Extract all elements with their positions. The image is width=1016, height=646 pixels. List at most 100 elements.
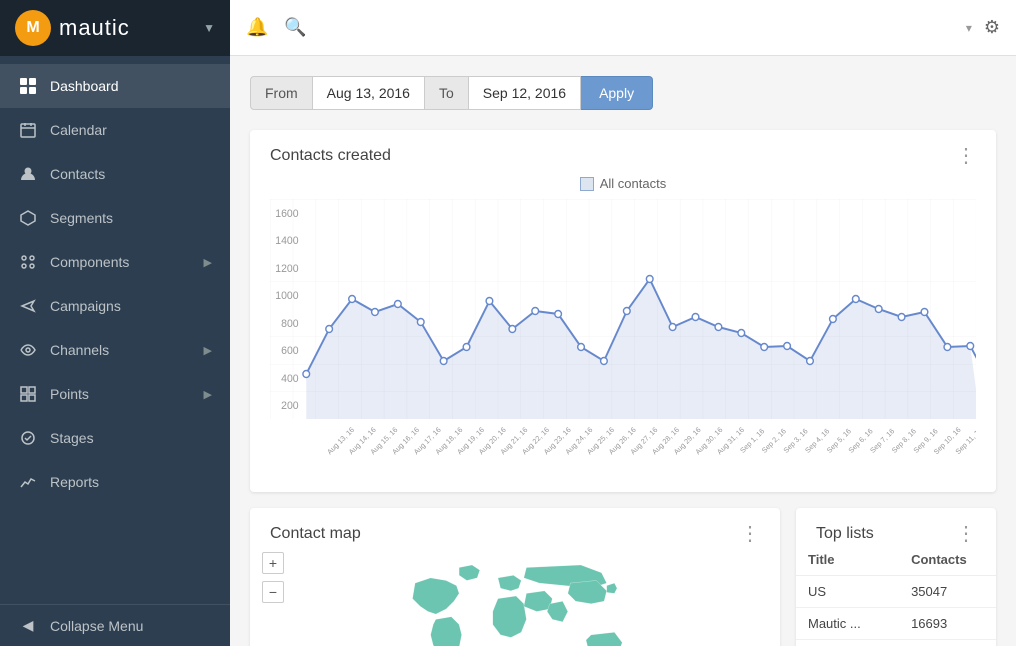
- page-content: From Aug 13, 2016 To Sep 12, 2016 Apply …: [230, 56, 1016, 646]
- col-contacts-header: Contacts: [899, 544, 996, 576]
- contact-map-menu-icon[interactable]: ⋮: [740, 524, 760, 544]
- collapse-icon: ◀: [18, 617, 38, 634]
- list-item-contacts: 35047: [899, 576, 996, 608]
- contacts-chart-header: Contacts created ⋮: [250, 130, 996, 166]
- contacts-icon: [18, 164, 38, 184]
- points-icon: [18, 384, 38, 404]
- to-date-input[interactable]: Sep 12, 2016: [469, 76, 581, 110]
- sidebar-item-campaigns[interactable]: Campaigns: [0, 284, 230, 328]
- collapse-label: Collapse Menu: [50, 618, 143, 634]
- main-content: 🔔 🔍 ▾ ⚙ From Aug 13, 2016 To Sep 12, 201…: [230, 0, 1016, 646]
- contacts-chart-menu-icon[interactable]: ⋮: [956, 146, 976, 166]
- sidebar-item-label: Dashboard: [50, 78, 212, 94]
- chart-legend: All contacts: [270, 176, 976, 191]
- zoom-out-button[interactable]: −: [262, 581, 284, 603]
- sidebar-item-segments[interactable]: Segments: [0, 196, 230, 240]
- sidebar-item-label: Components: [50, 254, 204, 270]
- sidebar-item-components[interactable]: Components ▶: [0, 240, 230, 284]
- list-item: Mautic ... 16693: [796, 608, 996, 640]
- channels-icon: [18, 340, 38, 360]
- sidebar-item-channels[interactable]: Channels ▶: [0, 328, 230, 372]
- sidebar-item-label: Calendar: [50, 122, 212, 138]
- nav-arrow-icon: ▶: [204, 256, 212, 269]
- from-label: From: [250, 76, 313, 110]
- svg-text:1600: 1600: [275, 208, 298, 220]
- map-controls: + −: [262, 552, 284, 603]
- sidebar-chevron-icon[interactable]: ▼: [203, 21, 215, 35]
- apply-button[interactable]: Apply: [581, 76, 653, 110]
- list-item-contacts: 16693: [899, 608, 996, 640]
- top-lists-card: Top lists ⋮ Title Contacts US 35047: [796, 508, 996, 646]
- svg-text:1000: 1000: [275, 290, 298, 302]
- mautic-logo: M: [15, 10, 51, 46]
- top-lists-table: Title Contacts US 35047 Mautic ... 16693…: [796, 544, 996, 646]
- list-item-contacts: 4924: [899, 640, 996, 646]
- segments-icon: [18, 208, 38, 228]
- sidebar-item-contacts[interactable]: Contacts: [0, 152, 230, 196]
- nav-arrow-icon: ▶: [204, 344, 212, 357]
- topbar-left: 🔔 🔍: [246, 17, 307, 38]
- list-item-title: Japan M...: [796, 640, 899, 646]
- contact-map-title: Contact map: [270, 525, 361, 543]
- sidebar-item-label: Reports: [50, 474, 212, 490]
- sidebar-item-label: Contacts: [50, 166, 212, 182]
- sidebar-item-points[interactable]: Points ▶: [0, 372, 230, 416]
- contact-map-header: Contact map ⋮: [250, 508, 780, 544]
- top-lists-menu-icon[interactable]: ⋮: [956, 524, 976, 544]
- list-item-title: Mautic ...: [796, 608, 899, 640]
- bottom-row: Contact map ⋮ + −: [250, 508, 996, 646]
- sidebar-item-reports[interactable]: Reports: [0, 460, 230, 504]
- campaigns-icon: [18, 296, 38, 316]
- topbar: 🔔 🔍 ▾ ⚙: [230, 0, 1016, 56]
- topbar-dropdown-icon[interactable]: ▾: [966, 21, 972, 35]
- sidebar-header: M mautic ▼: [0, 0, 230, 56]
- to-label: To: [425, 76, 469, 110]
- date-filter: From Aug 13, 2016 To Sep 12, 2016 Apply: [250, 76, 996, 110]
- brand-name: mautic: [59, 15, 203, 41]
- contact-map-area: [290, 552, 768, 646]
- svg-text:1200: 1200: [275, 263, 298, 275]
- calendar-icon: [18, 120, 38, 140]
- top-lists-header: Top lists ⋮: [796, 508, 996, 544]
- contacts-chart-svg: 1600 1400 1200 1000 800 600 400 200: [270, 199, 976, 419]
- contacts-chart-title: Contacts created: [270, 147, 391, 165]
- sidebar-item-label: Campaigns: [50, 298, 212, 314]
- sidebar-nav: Dashboard Calendar Contacts Segments Com…: [0, 56, 230, 604]
- settings-icon[interactable]: ⚙: [984, 17, 1000, 38]
- stages-icon: [18, 428, 38, 448]
- sidebar-item-label: Points: [50, 386, 204, 402]
- collapse-menu-item[interactable]: ◀ Collapse Menu: [0, 604, 230, 646]
- sidebar-item-label: Segments: [50, 210, 212, 226]
- contacts-chart-container: All contacts 1600 1400 1200 1000 800: [250, 166, 996, 492]
- sidebar-item-calendar[interactable]: Calendar: [0, 108, 230, 152]
- list-item-title: US: [796, 576, 899, 608]
- topbar-right: ▾ ⚙: [966, 17, 1000, 38]
- contacts-created-card: Contacts created ⋮ All contacts: [250, 130, 996, 492]
- top-lists-title: Top lists: [816, 525, 874, 543]
- top-lists-table-wrapper: Title Contacts US 35047 Mautic ... 16693…: [796, 544, 996, 646]
- chart-x-axis: Aug 13, 16 Aug 14, 16 Aug 15, 16 Aug 16,…: [308, 422, 976, 472]
- components-icon: [18, 252, 38, 272]
- svg-text:800: 800: [281, 318, 299, 330]
- legend-box: [580, 177, 594, 191]
- from-date-input[interactable]: Aug 13, 2016: [313, 76, 425, 110]
- svg-text:600: 600: [281, 345, 299, 357]
- world-map-svg: [290, 552, 768, 646]
- list-item: US 35047: [796, 576, 996, 608]
- dashboard-icon: [18, 76, 38, 96]
- sidebar-item-label: Channels: [50, 342, 204, 358]
- reports-icon: [18, 472, 38, 492]
- search-icon[interactable]: 🔍: [284, 17, 306, 38]
- col-title-header: Title: [796, 544, 899, 576]
- contact-map-card: Contact map ⋮ + −: [250, 508, 780, 646]
- sidebar: M mautic ▼ Dashboard Calendar Contacts S…: [0, 0, 230, 646]
- legend-label: All contacts: [600, 176, 666, 191]
- sidebar-item-dashboard[interactable]: Dashboard: [0, 64, 230, 108]
- zoom-in-button[interactable]: +: [262, 552, 284, 574]
- sidebar-item-stages[interactable]: Stages: [0, 416, 230, 460]
- list-item: Japan M... 4924: [796, 640, 996, 646]
- svg-text:200: 200: [281, 400, 299, 412]
- bell-icon[interactable]: 🔔: [246, 17, 268, 38]
- svg-text:1400: 1400: [275, 235, 298, 247]
- nav-arrow-icon: ▶: [204, 388, 212, 401]
